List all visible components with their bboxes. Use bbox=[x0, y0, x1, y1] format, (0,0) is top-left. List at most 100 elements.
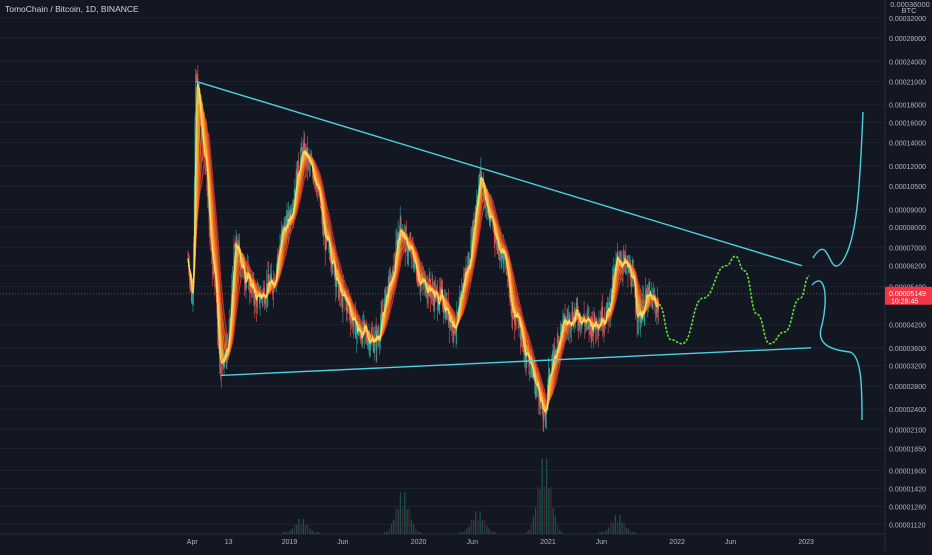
volume-bar bbox=[388, 528, 391, 534]
volume-bar bbox=[537, 486, 539, 534]
volume-bar bbox=[307, 524, 309, 534]
volume-bar bbox=[289, 530, 291, 534]
candle-body bbox=[191, 296, 193, 302]
volume-bar bbox=[291, 528, 293, 534]
volume-bar bbox=[466, 528, 468, 534]
volume-bar bbox=[610, 522, 612, 534]
volume-bar bbox=[554, 515, 557, 534]
volume-bar bbox=[494, 532, 497, 534]
time-tick-label: 2019 bbox=[282, 539, 298, 546]
volume-bar bbox=[490, 531, 492, 534]
volume-bar bbox=[401, 507, 404, 534]
volume-bar bbox=[528, 529, 530, 534]
candle-body bbox=[438, 305, 440, 310]
volume-bar bbox=[625, 527, 628, 534]
candle-body bbox=[602, 326, 604, 328]
candle-body bbox=[485, 204, 487, 207]
candle-body bbox=[353, 321, 355, 327]
candle-body bbox=[268, 274, 270, 284]
volume-bar bbox=[300, 524, 302, 534]
price-tick-label: 0.00001260 bbox=[889, 504, 926, 511]
volume-bar bbox=[459, 532, 461, 534]
volume-bar bbox=[419, 532, 421, 534]
price-tick-label: 0.00001850 bbox=[889, 446, 926, 453]
time-tick-label: 13 bbox=[225, 539, 233, 546]
time-tick-label: Jun bbox=[596, 539, 607, 546]
upper-bracket bbox=[812, 111, 864, 267]
candle-body bbox=[499, 253, 501, 255]
candle-body bbox=[535, 385, 537, 396]
candle-body bbox=[259, 300, 261, 304]
volume-bar bbox=[296, 525, 298, 534]
price-tick-label: 0.00024000 bbox=[889, 59, 926, 66]
symbol-title: TomoChain / Bitcoin, 1D, BINANCE bbox=[5, 4, 139, 14]
volume-bar bbox=[614, 515, 617, 534]
volume-bar bbox=[472, 520, 475, 534]
time-tick-label: 2020 bbox=[411, 539, 427, 546]
ma-line bbox=[187, 87, 659, 415]
price-tick-label: 0.00002100 bbox=[889, 427, 926, 434]
chart-root[interactable]: TomoChain / Bitcoin, 1D, BINANCE 0.00036… bbox=[0, 0, 932, 550]
price-tick-label: 0.00008000 bbox=[889, 225, 926, 232]
volume-bar bbox=[417, 531, 419, 534]
volume-bar bbox=[561, 531, 563, 534]
volume-bar bbox=[468, 526, 470, 534]
volume-bar bbox=[486, 526, 488, 534]
candle-body bbox=[212, 266, 214, 276]
currency-label: BTC bbox=[902, 6, 918, 15]
volume-bar bbox=[399, 492, 402, 534]
volume-bar bbox=[412, 523, 415, 534]
last-price-value: 0.00005149 bbox=[889, 291, 926, 298]
volume-bar bbox=[483, 519, 486, 534]
price-tick-label: 0.00003200 bbox=[889, 364, 926, 371]
candle-body bbox=[373, 345, 375, 352]
price-tick-label: 0.00009000 bbox=[889, 207, 926, 214]
volume-bar bbox=[488, 528, 490, 534]
candle-body bbox=[336, 281, 338, 288]
price-tick-label: 0.00016000 bbox=[889, 121, 926, 128]
volume-bar bbox=[634, 532, 636, 534]
volume-bar bbox=[470, 519, 472, 534]
volume-bar bbox=[386, 531, 388, 534]
candle-body bbox=[576, 302, 578, 310]
volume-bar bbox=[393, 519, 395, 534]
volume-bar bbox=[408, 508, 410, 534]
candle-body bbox=[512, 316, 514, 319]
volume-bar bbox=[282, 532, 285, 534]
candle-body bbox=[234, 244, 236, 246]
price-tick-label: 0.00021000 bbox=[889, 79, 926, 86]
candle-body bbox=[637, 321, 639, 322]
volume-bar bbox=[599, 532, 601, 534]
candles-layer bbox=[187, 64, 659, 433]
volume-bar bbox=[404, 492, 406, 534]
candle-body bbox=[369, 343, 371, 350]
volume-bar bbox=[539, 489, 541, 534]
chart-canvas[interactable]: 0.00036000BTC0.000320000.000280000.00024… bbox=[0, 0, 932, 550]
volume-bar bbox=[608, 527, 610, 534]
price-tick-label: 0.00004200 bbox=[889, 323, 926, 330]
volume-bar bbox=[298, 518, 300, 534]
time-tick-label: 2022 bbox=[669, 539, 685, 546]
candle-body bbox=[331, 266, 333, 268]
time-tick-label: Jun bbox=[725, 539, 736, 546]
volume-bar bbox=[287, 532, 289, 534]
volume-bar bbox=[464, 531, 466, 534]
time-tick-label: Jun bbox=[467, 539, 478, 546]
candle-body bbox=[355, 328, 357, 339]
volume-bar bbox=[397, 509, 399, 534]
price-tick-label: 0.00003600 bbox=[889, 346, 926, 353]
volume-bar bbox=[395, 508, 397, 534]
candle-body bbox=[278, 253, 280, 255]
candle-body bbox=[426, 295, 428, 297]
ma-line bbox=[187, 117, 659, 403]
lower-bracket bbox=[811, 280, 863, 421]
time-axis: Apr 13 2019 Jun 2020 Jun 2021 Jun 2022 Jun 2023 bbox=[187, 539, 814, 546]
candle-body bbox=[442, 308, 444, 312]
candle-body bbox=[430, 290, 432, 298]
price-tick-label: 0.00002400 bbox=[889, 407, 926, 414]
candle-body bbox=[557, 339, 559, 341]
price-tick-label: 0.00007000 bbox=[889, 245, 926, 252]
countdown-label: 10:28:45 bbox=[891, 298, 918, 305]
price-tick-label: 0.00001420 bbox=[889, 486, 926, 493]
volume-bar bbox=[559, 529, 561, 534]
